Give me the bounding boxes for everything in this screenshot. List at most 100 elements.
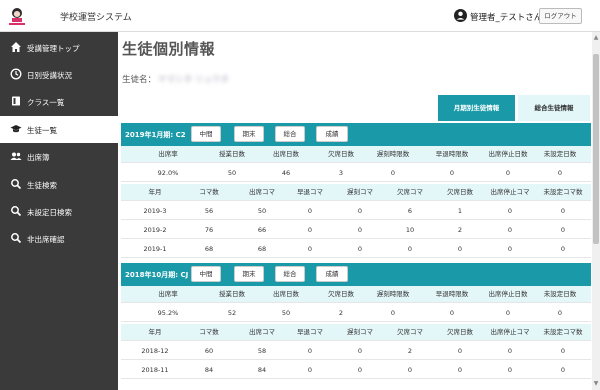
search-icon bbox=[11, 233, 22, 244]
overall-button[interactable]: 総合 bbox=[275, 126, 305, 142]
table-cell: 76 bbox=[204, 226, 214, 234]
sidebar-item-home[interactable]: 受講管理トップ bbox=[0, 34, 118, 61]
table-cell: 6 bbox=[407, 207, 413, 215]
logout-button[interactable]: ログアウト bbox=[539, 8, 582, 24]
column-header: 早退時限数 bbox=[435, 150, 469, 158]
monthly-header-row: 年月 コマ数 出席コマ 早退コマ 遅刻コマ 欠席コマ 欠席日数 出席停止コマ 未設定コマ数 bbox=[121, 324, 591, 341]
sidebar-item-student-search[interactable]: 生徒検索 bbox=[0, 171, 118, 198]
sidebar-item-attendance[interactable]: 出席簿 bbox=[0, 143, 118, 170]
tab-total-info[interactable]: 総合生徒情報 bbox=[518, 95, 590, 121]
final-button[interactable]: 期末 bbox=[234, 126, 264, 142]
table-cell: 0 bbox=[560, 207, 566, 215]
table-cell: 0 bbox=[357, 245, 363, 253]
scroll-down-arrow-icon[interactable]: ▼ bbox=[593, 380, 599, 388]
table-cell: 0 bbox=[457, 366, 463, 374]
column-header: 出席率 bbox=[158, 150, 178, 158]
column-header: 出席日数 bbox=[273, 290, 299, 298]
table-cell: 84 bbox=[257, 366, 267, 374]
table-cell: 52 bbox=[227, 309, 237, 317]
page-scrollbar[interactable]: ▲ ▼ bbox=[592, 32, 600, 390]
column-header: 欠席日数 bbox=[447, 328, 473, 336]
column-header: 遅刻時限数 bbox=[376, 150, 410, 158]
grades-button[interactable]: 成績 bbox=[316, 266, 348, 282]
sidebar-item-class-list[interactable]: クラス一覧 bbox=[0, 88, 118, 115]
table-cell: 0 bbox=[357, 347, 363, 355]
table-cell: 0 bbox=[560, 245, 566, 253]
table-cell: 0 bbox=[507, 245, 513, 253]
column-header: 出席停止日数 bbox=[488, 290, 528, 298]
table-cell: 0 bbox=[505, 169, 511, 177]
table-cell: 3 bbox=[338, 169, 344, 177]
column-header: 欠席日数 bbox=[328, 290, 354, 298]
sidebar-item-label: 出席簿 bbox=[27, 153, 50, 162]
grades-button[interactable]: 成績 bbox=[316, 126, 348, 142]
column-header: 出席停止コマ bbox=[490, 328, 530, 336]
main-content: 生徒個別情報 生徒名： ヤマシタ リュウタ 月期別生徒情報 総合生徒情報 201… bbox=[118, 32, 592, 390]
midterm-button[interactable]: 中間 bbox=[191, 266, 221, 282]
scroll-up-arrow-icon[interactable]: ▲ bbox=[593, 34, 599, 42]
table-cell: 0 bbox=[557, 309, 563, 317]
overall-button[interactable]: 総合 bbox=[275, 266, 305, 282]
final-button[interactable]: 期末 bbox=[234, 266, 264, 282]
column-header: 早退コマ bbox=[297, 328, 323, 336]
column-header: 遅刻時限数 bbox=[376, 290, 410, 298]
table-cell: 0 bbox=[507, 226, 513, 234]
top-bar: 学校運営システム 管理者_テストさん ログアウト bbox=[0, 0, 600, 32]
sidebar-item-absence-check[interactable]: 非出席確認 bbox=[0, 225, 118, 252]
section-header: 2018年10月期: CJ 中間 期末 総合 成績 bbox=[121, 263, 591, 286]
table-cell: 0 bbox=[560, 366, 566, 374]
table-cell: 0 bbox=[505, 309, 511, 317]
table-cell: 1 bbox=[457, 207, 463, 215]
table-cell: 0 bbox=[357, 366, 363, 374]
sidebar-item-daily-status[interactable]: 日別受講状況 bbox=[0, 61, 118, 88]
sidebar-item-label: 非出席確認 bbox=[27, 235, 65, 244]
table-cell: 2019-2 bbox=[143, 226, 167, 234]
table-row: 2019-1 68 68 0 0 0 0 0 0 bbox=[121, 241, 591, 258]
sidebar-item-unset-date-search[interactable]: 未設定日検索 bbox=[0, 198, 118, 225]
sidebar-item-label: 受講管理トップ bbox=[27, 44, 80, 53]
table-row: 2018-11 84 84 0 0 0 0 0 0 bbox=[121, 362, 591, 379]
search-icon bbox=[11, 179, 22, 190]
midterm-button[interactable]: 中間 bbox=[191, 126, 221, 142]
table-cell: 0 bbox=[449, 309, 455, 317]
table-cell: 0 bbox=[507, 366, 513, 374]
column-header: 授業日数 bbox=[219, 290, 245, 298]
column-header: 遅刻コマ bbox=[347, 188, 373, 196]
table-cell: 0 bbox=[557, 169, 563, 177]
table-cell: 50 bbox=[227, 169, 237, 177]
column-header: 出席日数 bbox=[273, 150, 299, 158]
table-row: 2018-12 60 58 0 0 2 0 0 0 bbox=[121, 343, 591, 360]
column-header: 欠席日数 bbox=[328, 150, 354, 158]
user-name: 管理者_テストさん bbox=[470, 13, 543, 23]
app-title: 学校運営システム bbox=[60, 13, 132, 23]
graduation-cap-icon bbox=[10, 125, 22, 133]
table-row: 2019-3 56 50 0 0 6 1 0 0 bbox=[121, 203, 591, 220]
column-header: 出席停止日数 bbox=[488, 150, 528, 158]
column-header: コマ数 bbox=[199, 328, 219, 336]
sidebar-item-label: 日別受講状況 bbox=[27, 71, 72, 80]
tab-monthly-info[interactable]: 月期別生徒情報 bbox=[438, 95, 515, 121]
table-cell: 0 bbox=[507, 207, 513, 215]
table-cell: 58 bbox=[257, 347, 267, 355]
table-cell: 66 bbox=[257, 226, 267, 234]
sidebar-item-label: 生徒一覧 bbox=[27, 126, 57, 135]
column-header: 未設定コマ数 bbox=[543, 188, 583, 196]
column-header: 欠席コマ bbox=[397, 188, 423, 196]
table-cell: 0 bbox=[407, 245, 413, 253]
student-name-value: ヤマシタ リュウタ bbox=[158, 75, 229, 85]
sidebar-item-label: 生徒検索 bbox=[27, 181, 57, 190]
school-logo-icon[interactable] bbox=[6, 5, 28, 27]
table-cell: 2019-1 bbox=[143, 245, 167, 253]
sidebar-item-student-list[interactable]: 生徒一覧 bbox=[0, 116, 118, 143]
column-header: 未設定日数 bbox=[543, 150, 577, 158]
table-cell: 50 bbox=[281, 309, 291, 317]
table-cell: 92.0% bbox=[157, 169, 179, 177]
scrollbar-thumb[interactable] bbox=[593, 54, 599, 244]
table-cell: 10 bbox=[405, 226, 415, 234]
section-title: 2018年10月期: CJ bbox=[125, 271, 189, 279]
sidebar-item-label: クラス一覧 bbox=[27, 98, 65, 107]
column-header: 年月 bbox=[148, 188, 162, 196]
table-cell: 2 bbox=[338, 309, 344, 317]
search-icon bbox=[11, 206, 22, 217]
table-cell: 68 bbox=[204, 245, 214, 253]
